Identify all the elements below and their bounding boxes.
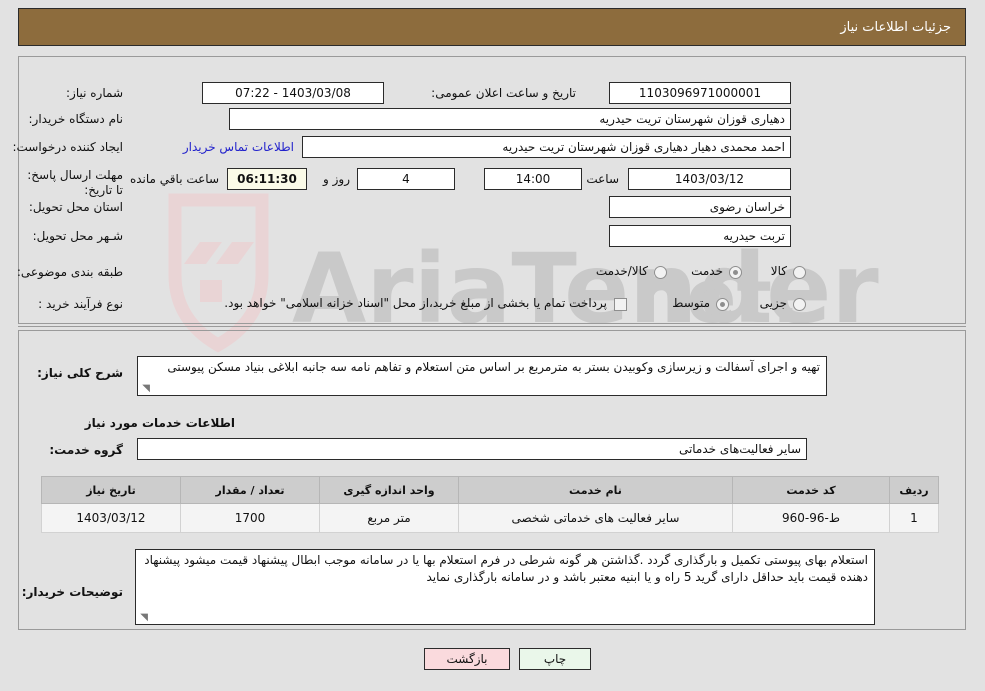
radio-category-khedmat[interactable] (729, 266, 742, 279)
service-group-value: سایر فعالیت‌های خدماتی (137, 438, 807, 460)
description-value: تهیه و اجرای آسفالت و زیرسازی وکوبیدن بس… (167, 360, 820, 374)
service-group-label: گروه خدمت: (49, 443, 123, 457)
th-unit: واحد اندازه گیری (319, 476, 459, 504)
requester-label: ایجاد کننده درخواست: (12, 140, 123, 154)
city-label: شـهر محل تحویل: (32, 229, 123, 243)
radio-label-khedmat: خدمت (691, 264, 723, 278)
buyer-contact-link[interactable]: اطلاعات تماس خریدار (183, 140, 294, 154)
deadline-label: مهلت ارسال پاسخ: تا تاریخ: (27, 168, 123, 197)
city-value: تربت حیدریه (609, 225, 791, 247)
countdown-value: 06:11:30 (227, 168, 307, 190)
announce-datetime-value: 1403/03/08 - 07:22 (202, 82, 384, 104)
buyer-notes-label: توضیحات خریدار: (21, 585, 123, 599)
radio-process-motavasset[interactable] (716, 298, 729, 311)
services-table: ردیف کد خدمت نام خدمت واحد اندازه گیری ت… (41, 476, 939, 533)
days-remaining-value: 4 (357, 168, 455, 190)
checkbox-treasury-docs[interactable] (614, 298, 627, 311)
table-header-row: ردیف کد خدمت نام خدمت واحد اندازه گیری ت… (41, 476, 939, 504)
radio-category-kala-khedmat[interactable] (654, 266, 667, 279)
radio-label-motavasset: متوسط (672, 296, 710, 310)
need-number-value: 1103096971000001 (609, 82, 791, 104)
need-number-label: شماره نیاز: (66, 86, 123, 100)
days-and-label: روز و (323, 172, 350, 186)
radio-category-kala[interactable] (793, 266, 806, 279)
description-textarea[interactable]: تهیه و اجرای آسفالت و زیرسازی وکوبیدن بس… (137, 356, 827, 396)
cell-date: 1403/03/12 (41, 503, 181, 533)
province-value: خراسان رضوی (609, 196, 791, 218)
resize-grip-icon[interactable]: ◥ (140, 384, 150, 394)
radio-label-kala-khedmat: کالا/خدمت (595, 264, 648, 278)
page-title: جزئیات اطلاعات نیاز (840, 20, 951, 35)
description-label: شرح کلی نیاز: (37, 366, 123, 380)
back-button[interactable]: بازگشت (424, 648, 510, 670)
process-label: نوع فرآیند خرید : (38, 297, 123, 311)
cell-qty: 1700 (180, 503, 320, 533)
radio-label-jozii: جزیی (759, 296, 787, 310)
radio-label-kala: کالا (770, 264, 787, 278)
cell-code: ط-96-960 (732, 503, 890, 533)
page-header-bar: جزئیات اطلاعات نیاز (18, 8, 966, 46)
th-code: کد خدمت (732, 476, 890, 504)
treasury-note-label: پرداخت تمام یا بخشی از مبلغ خرید،از محل … (224, 296, 607, 310)
resize-grip-icon-notes[interactable]: ◥ (138, 613, 148, 623)
table-row: 1 ط-96-960 سایر فعالیت های خدماتی شخصی م… (41, 503, 939, 533)
th-name: نام خدمت (458, 476, 733, 504)
th-date: تاریخ نیاز (41, 476, 181, 504)
hour-label: ساعت (586, 172, 619, 186)
cell-row: 1 (889, 503, 939, 533)
announce-datetime-label: تاریخ و ساعت اعلان عمومی: (431, 86, 576, 100)
remaining-hours-label: ساعت باقي مانده (129, 172, 219, 186)
buyer-notes-textarea[interactable]: استعلام بهای پیوستی تکمیل و بارگذاری گرد… (135, 549, 875, 625)
buyer-org-label: نام دستگاه خریدار: (28, 112, 124, 126)
th-row: ردیف (889, 476, 939, 504)
buyer-org-value: دهیاری قوزان شهرستان تریت حیدریه (229, 108, 791, 130)
panel-divider (18, 326, 966, 327)
print-button[interactable]: چاپ (519, 648, 591, 670)
deadline-time-value: 14:00 (484, 168, 582, 190)
deadline-date-value: 1403/03/12 (628, 168, 791, 190)
cell-name: سایر فعالیت های خدماتی شخصی (458, 503, 733, 533)
radio-process-jozii[interactable] (793, 298, 806, 311)
th-qty: تعداد / مقدار (180, 476, 320, 504)
cell-unit: متر مربع (319, 503, 459, 533)
category-label: طبقه بندی موضوعی: (16, 265, 123, 279)
province-label: استان محل تحویل: (28, 200, 123, 214)
requester-value: احمد محمدی دهیار دهیاری قوزان شهرستان تر… (302, 136, 791, 158)
buyer-notes-value: استعلام بهای پیوستی تکمیل و بارگذاری گرد… (144, 553, 868, 584)
services-section-title: اطلاعات خدمات مورد نیاز (84, 416, 235, 430)
